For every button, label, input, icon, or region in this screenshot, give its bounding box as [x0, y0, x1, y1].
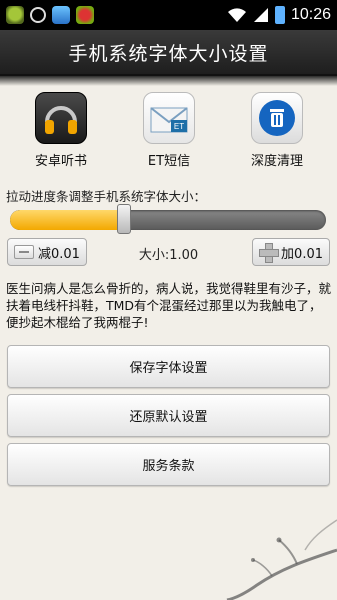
app-label: ET短信 — [147, 154, 191, 169]
slider-thumb[interactable] — [117, 204, 131, 234]
brush-edge-decoration — [0, 76, 337, 86]
minus-icon — [14, 245, 34, 259]
trash-icon — [251, 92, 303, 144]
save-button[interactable]: 保存字体设置 — [7, 345, 330, 388]
title-bar: 手机系统字体大小设置 — [0, 30, 337, 76]
signal-icon — [253, 8, 268, 22]
increase-button[interactable]: 加0.01 — [252, 238, 330, 266]
android-app-icon — [6, 6, 24, 24]
photo-app-icon — [52, 6, 70, 24]
font-size-slider[interactable] — [10, 210, 326, 230]
slider-fill — [10, 210, 124, 230]
terms-of-service-button[interactable]: 服务条款 — [7, 443, 330, 486]
app-deep-clean[interactable]: 深度清理 — [232, 92, 322, 169]
app-label: 深度清理 — [250, 154, 303, 169]
svg-text:ET: ET — [174, 122, 184, 131]
increase-label: 加0.01 — [281, 246, 323, 262]
ink-branch-decoration — [226, 519, 337, 600]
decrease-button[interactable]: 减0.01 — [7, 238, 87, 266]
app-audiobook[interactable]: 安卓听书 — [16, 92, 106, 169]
alarm-clock-icon — [30, 7, 46, 23]
app-et-sms[interactable]: ET ET短信 — [124, 92, 214, 169]
preview-text: 医生问病人是怎么骨折的，病人说，我觉得鞋里有沙子，就扶着电线杆抖鞋，TMD有个混… — [6, 281, 332, 330]
app-label: 安卓听书 — [34, 154, 87, 169]
bird-game-icon — [76, 6, 94, 24]
plus-icon — [259, 243, 280, 263]
notification-icons — [6, 6, 94, 24]
clock: 10:26 — [290, 6, 331, 23]
recommended-apps: 安卓听书 ET ET短信 深度清理 — [0, 92, 337, 174]
status-bar: 10:26 — [0, 0, 337, 30]
wifi-icon — [227, 8, 246, 22]
decrease-label: 减0.01 — [38, 246, 80, 262]
battery-icon — [274, 6, 285, 24]
restore-default-button[interactable]: 还原默认设置 — [7, 394, 330, 437]
headphones-icon — [35, 92, 87, 144]
envelope-icon: ET — [143, 92, 195, 144]
slider-instruction: 拉动进度条调整手机系统字体大小： — [6, 189, 207, 204]
page-title: 手机系统字体大小设置 — [68, 42, 269, 65]
